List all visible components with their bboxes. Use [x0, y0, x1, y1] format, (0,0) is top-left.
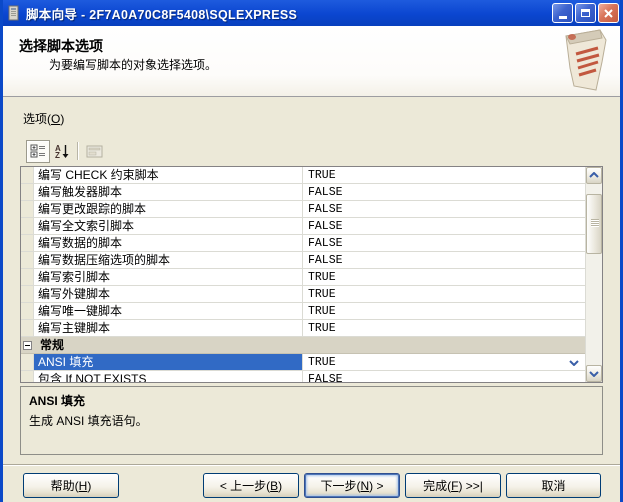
- row-gutter: [21, 303, 34, 319]
- property-value[interactable]: FALSE: [303, 252, 585, 268]
- scrollbar-thumb[interactable]: [586, 194, 602, 254]
- scrollbar-grip: [591, 219, 599, 227]
- row-gutter: [21, 354, 34, 370]
- row-gutter: [21, 218, 34, 234]
- row-gutter: [21, 201, 34, 217]
- property-row[interactable]: 编写更改跟踪的脚本FALSE: [21, 201, 585, 218]
- maximize-button[interactable]: [575, 3, 596, 23]
- property-name[interactable]: 编写唯一键脚本: [34, 303, 303, 319]
- row-gutter: [21, 252, 34, 268]
- wizard-header: 选择脚本选项 为要编写脚本的对象选择选项。: [3, 26, 620, 97]
- close-icon: [603, 8, 614, 19]
- property-name[interactable]: 编写触发器脚本: [34, 184, 303, 200]
- property-value[interactable]: FALSE: [303, 184, 585, 200]
- row-gutter: [21, 371, 34, 382]
- property-name[interactable]: 编写索引脚本: [34, 269, 303, 285]
- property-row[interactable]: 编写数据的脚本FALSE: [21, 235, 585, 252]
- property-name[interactable]: 编写数据压缩选项的脚本: [34, 252, 303, 268]
- property-row[interactable]: 包含 If NOT EXISTSFALSE: [21, 371, 585, 382]
- property-name[interactable]: 编写主键脚本: [34, 320, 303, 336]
- property-value[interactable]: FALSE: [303, 235, 585, 251]
- property-name[interactable]: 编写全文索引脚本: [34, 218, 303, 234]
- scroll-up-button[interactable]: [586, 167, 602, 184]
- page-title: 选择脚本选项: [19, 36, 103, 56]
- row-gutter: [21, 235, 34, 251]
- finish-button[interactable]: 完成(F) >>|: [405, 473, 501, 498]
- next-button[interactable]: 下一步(N) >: [304, 473, 400, 498]
- title-bar[interactable]: 脚本向导 - 2F7A0A70C8F5408\SQLEXPRESS: [0, 0, 623, 26]
- page-subtitle: 为要编写脚本的对象选择选项。: [49, 56, 217, 73]
- row-gutter: [21, 269, 34, 285]
- cancel-button[interactable]: 取消: [506, 473, 601, 498]
- property-name[interactable]: 编写外键脚本: [34, 286, 303, 302]
- row-gutter: [21, 167, 34, 183]
- row-gutter: [21, 320, 34, 336]
- property-grid-toolbar: A Z: [26, 139, 107, 163]
- property-name[interactable]: 编写更改跟踪的脚本: [34, 201, 303, 217]
- property-category-row[interactable]: 常规: [21, 337, 585, 354]
- help-button[interactable]: 帮助(H): [23, 473, 119, 498]
- property-value[interactable]: FALSE: [303, 201, 585, 217]
- property-value[interactable]: TRUE: [303, 286, 585, 302]
- chevron-down-icon: [589, 370, 599, 377]
- row-gutter: [21, 184, 34, 200]
- property-pages-icon: [86, 144, 104, 159]
- minimize-button[interactable]: [552, 3, 573, 23]
- vertical-scrollbar[interactable]: [585, 167, 602, 382]
- category-label: 常规: [34, 337, 64, 353]
- description-text: 生成 ANSI 填充语句。: [29, 412, 594, 429]
- options-label: 选项(O): [23, 110, 64, 127]
- categorized-icon: [30, 143, 46, 159]
- alphabetical-sort-button[interactable]: A Z: [50, 140, 74, 163]
- property-value[interactable]: TRUE: [303, 354, 585, 370]
- description-title: ANSI 填充: [29, 392, 594, 409]
- collapse-icon[interactable]: [21, 337, 34, 353]
- property-row[interactable]: ANSI 填充TRUE: [21, 354, 585, 371]
- property-value[interactable]: FALSE: [303, 371, 585, 382]
- property-row[interactable]: 编写全文索引脚本FALSE: [21, 218, 585, 235]
- toolbar-separator: [77, 142, 78, 160]
- chevron-up-icon: [589, 172, 599, 179]
- property-row[interactable]: 编写触发器脚本FALSE: [21, 184, 585, 201]
- svg-text:Z: Z: [55, 151, 60, 159]
- row-gutter: [21, 286, 34, 302]
- property-row[interactable]: 编写外键脚本TRUE: [21, 286, 585, 303]
- property-pages-button: [83, 140, 107, 163]
- close-button[interactable]: [598, 3, 619, 23]
- alphabetical-sort-icon: A Z: [54, 143, 70, 159]
- value-dropdown-button[interactable]: [566, 355, 582, 369]
- property-grid-rows: 编写 CHECK 约束脚本TRUE编写触发器脚本FALSE编写更改跟踪的脚本FA…: [21, 167, 585, 382]
- property-row[interactable]: 编写数据压缩选项的脚本FALSE: [21, 252, 585, 269]
- property-row[interactable]: 编写 CHECK 约束脚本TRUE: [21, 167, 585, 184]
- back-button[interactable]: < 上一步(B): [203, 473, 299, 498]
- property-row[interactable]: 编写唯一键脚本TRUE: [21, 303, 585, 320]
- property-row[interactable]: 编写索引脚本TRUE: [21, 269, 585, 286]
- property-name[interactable]: 编写数据的脚本: [34, 235, 303, 251]
- property-value[interactable]: FALSE: [303, 218, 585, 234]
- chevron-down-icon: [569, 359, 579, 366]
- scroll-watermark-icon: [556, 28, 614, 94]
- property-name[interactable]: ANSI 填充: [34, 354, 303, 370]
- property-value[interactable]: TRUE: [303, 269, 585, 285]
- wizard-app-icon: [6, 5, 22, 21]
- property-name[interactable]: 包含 If NOT EXISTS: [34, 371, 303, 382]
- property-value[interactable]: TRUE: [303, 303, 585, 319]
- categorized-button[interactable]: [26, 140, 50, 163]
- property-description-panel: ANSI 填充 生成 ANSI 填充语句。: [20, 386, 603, 455]
- property-value[interactable]: TRUE: [303, 167, 585, 183]
- script-wizard-dialog: 脚本向导 - 2F7A0A70C8F5408\SQLEXPRESS 选择脚本选项…: [0, 0, 623, 502]
- window-title: 脚本向导 - 2F7A0A70C8F5408\SQLEXPRESS: [26, 4, 550, 23]
- property-name[interactable]: 编写 CHECK 约束脚本: [34, 167, 303, 183]
- scroll-down-button[interactable]: [586, 365, 602, 382]
- property-row[interactable]: 编写主键脚本TRUE: [21, 320, 585, 337]
- property-grid[interactable]: 编写 CHECK 约束脚本TRUE编写触发器脚本FALSE编写更改跟踪的脚本FA…: [20, 166, 603, 383]
- property-value[interactable]: TRUE: [303, 320, 585, 336]
- footer-divider: [3, 464, 620, 466]
